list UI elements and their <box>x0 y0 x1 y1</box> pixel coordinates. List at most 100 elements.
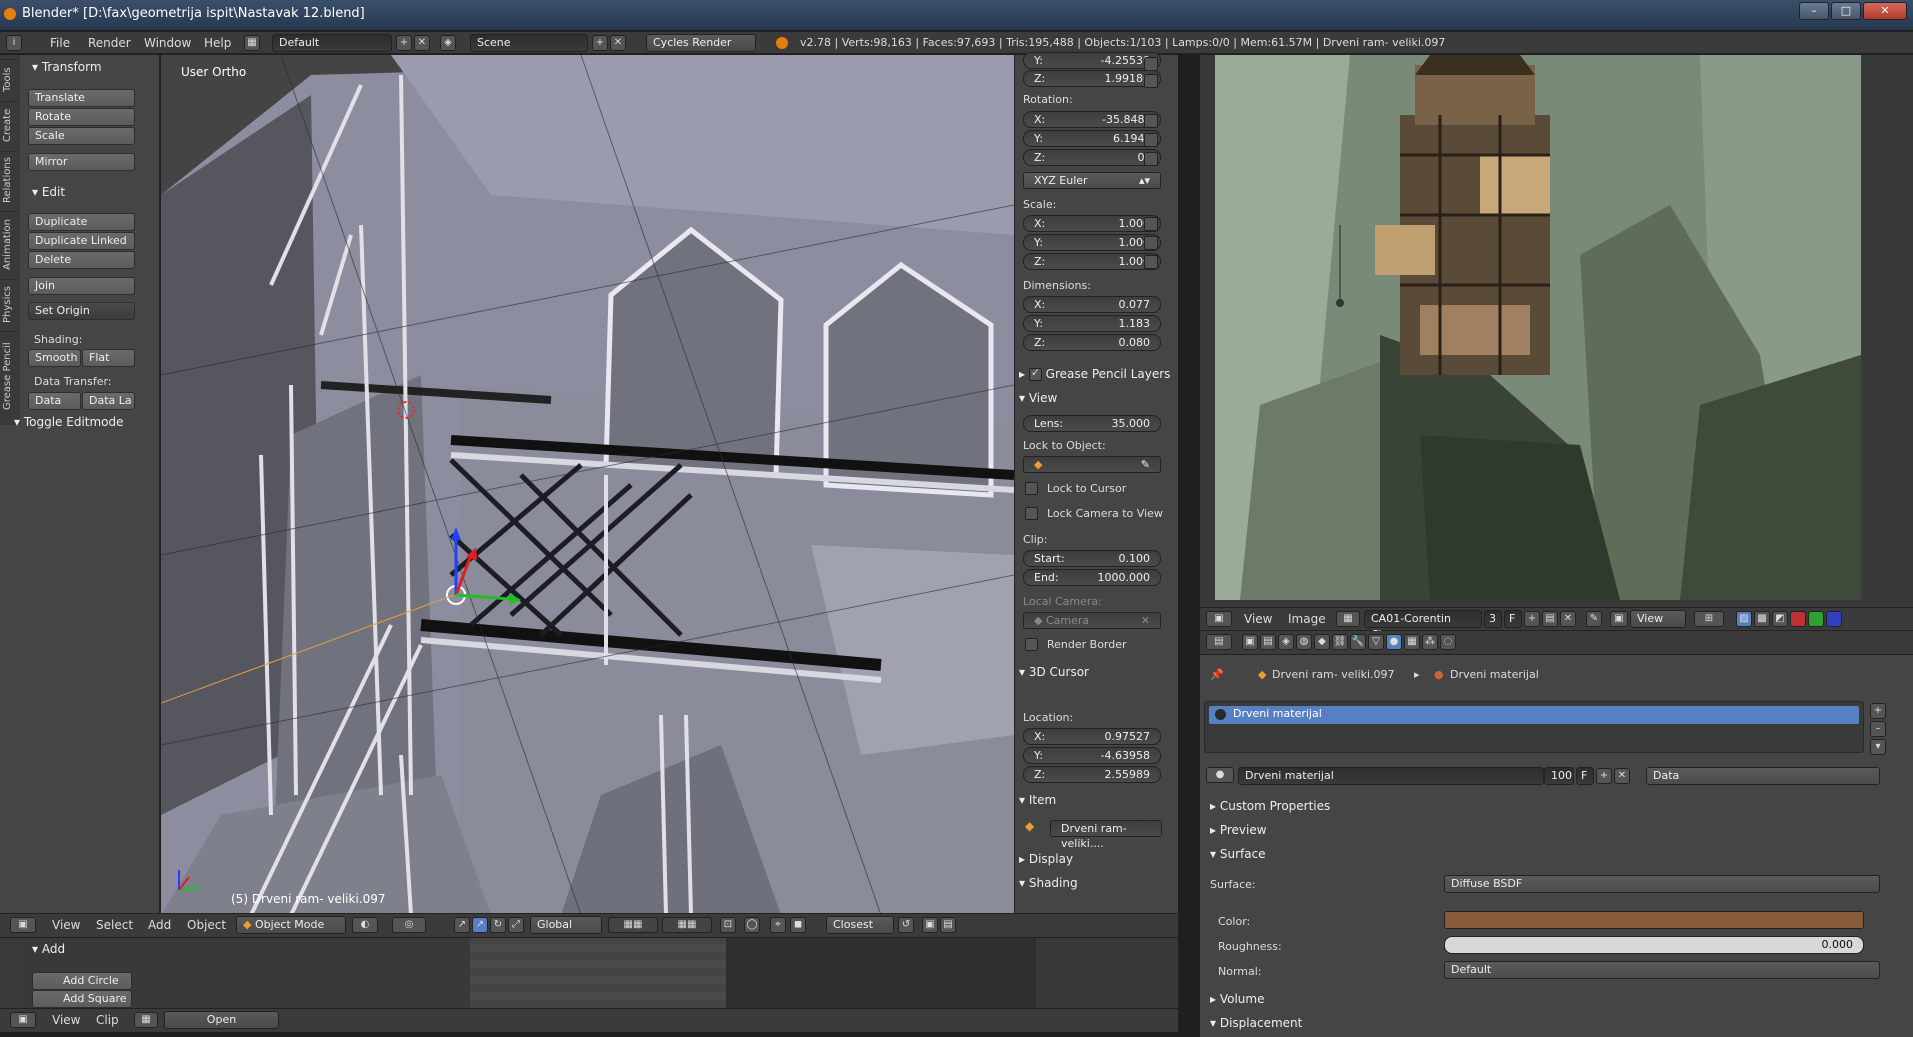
tab-tools[interactable]: Tools <box>2 59 18 99</box>
lock-loc-z-icon[interactable] <box>1144 74 1158 88</box>
manipulator-toggle-icon[interactable]: ↗ <box>454 917 470 933</box>
render-engine-dropdown[interactable]: Cycles Render <box>646 34 756 52</box>
blue-channel-icon[interactable] <box>1826 611 1842 627</box>
translate-button[interactable]: Translate <box>28 89 135 107</box>
color-swatch[interactable] <box>1444 911 1864 929</box>
custom-properties-panel[interactable]: ▸ Custom Properties <box>1210 799 1330 813</box>
item-panel-title[interactable]: ▾ Item <box>1019 793 1056 807</box>
menu-add[interactable]: Add <box>148 914 171 936</box>
3d-viewport[interactable]: User Ortho (5) Drveni ram- veliki.097 <box>161 55 1014 915</box>
clip-end-field[interactable]: End: 1000.000 <box>1023 569 1161 586</box>
image-name-field[interactable]: CA01-Corentin Che... <box>1364 610 1482 641</box>
breadcrumb-material[interactable]: Drveni materijal <box>1450 668 1539 681</box>
snap-target-dropdown[interactable]: Closest <box>826 916 894 934</box>
image-menu-view[interactable]: View <box>1244 608 1272 630</box>
shading-panel-title[interactable]: ▾ Shading <box>1019 876 1078 890</box>
clip-mode-icon[interactable]: ▦ <box>134 1012 158 1028</box>
editor-type-clip-icon[interactable]: ▣ <box>10 1012 36 1028</box>
roughness-slider[interactable]: 0.000 <box>1444 936 1864 954</box>
unlink-material-icon[interactable]: ✕ <box>1614 768 1630 784</box>
lock-scale-y-icon[interactable] <box>1144 236 1158 250</box>
display-alpha-icon[interactable]: ▩ <box>1754 611 1770 627</box>
menu-file[interactable]: File <box>50 32 70 54</box>
location-y-field[interactable]: Y: -4.25539 <box>1023 52 1161 69</box>
lock-rot-z-icon[interactable] <box>1144 152 1158 166</box>
dimension-y-field[interactable]: Y: 1.183 <box>1023 315 1161 332</box>
transform-panel-title[interactable]: ▾ Transform <box>32 60 102 74</box>
green-channel-icon[interactable] <box>1808 611 1824 627</box>
view-mode-icon[interactable]: ▣ <box>1610 611 1628 627</box>
cursor-x-field[interactable]: X: 0.97527 <box>1023 728 1161 745</box>
scale-button[interactable]: Scale <box>28 127 135 145</box>
data-layout-button[interactable]: Data La <box>82 392 135 410</box>
object-tab-icon[interactable]: ◆ <box>1314 634 1330 650</box>
pivot-point-icon[interactable]: ◎ <box>392 917 426 933</box>
tab-grease-pencil[interactable]: Grease Pencil <box>2 331 18 421</box>
add-panel-title[interactable]: ▾ Add <box>32 942 65 956</box>
screen-layout-field[interactable]: Default <box>272 34 392 52</box>
rotate-button[interactable]: Rotate <box>28 108 135 126</box>
material-slot-item[interactable]: Drveni materijal <box>1209 706 1859 724</box>
lock-rot-x-icon[interactable] <box>1144 114 1158 128</box>
data-transfer-button[interactable]: Data <box>28 392 81 410</box>
opengl-anim-icon[interactable]: ▤ <box>940 917 956 933</box>
open-image-icon[interactable]: ▤ <box>1542 611 1558 627</box>
menu-view[interactable]: View <box>52 914 80 936</box>
add-circle-button[interactable]: Add Circle <box>32 972 132 990</box>
surface-panel-title[interactable]: ▾ Surface <box>1210 847 1266 861</box>
proportional-edit-icon[interactable]: ◯ <box>744 917 760 933</box>
toggle-editmode-panel[interactable]: ▾ Toggle Editmode <box>14 415 124 429</box>
texture-tab-icon[interactable]: ▦ <box>1404 634 1420 650</box>
scene-tab-icon[interactable]: ◈ <box>1278 634 1294 650</box>
tab-relations[interactable]: Relations <box>2 151 18 209</box>
world-tab-icon[interactable]: ◍ <box>1296 634 1312 650</box>
menu-help[interactable]: Help <box>204 32 231 54</box>
material-slot-list[interactable]: Drveni materijal <box>1204 701 1864 753</box>
data-tab-icon[interactable]: ▽ <box>1368 634 1384 650</box>
pin-image-icon[interactable]: ✎ <box>1586 611 1602 627</box>
local-camera-field[interactable]: ◆ Camera ✕ <box>1023 612 1161 629</box>
editor-type-info-icon[interactable]: i <box>6 35 22 51</box>
layers-grid-2-icon[interactable]: ▦▦ <box>662 917 712 933</box>
unlink-image-icon[interactable]: ✕ <box>1560 611 1576 627</box>
mirror-button[interactable]: Mirror <box>28 153 135 171</box>
3d-cursor-panel-title[interactable]: ▾ 3D Cursor <box>1019 665 1089 679</box>
join-button[interactable]: Join <box>28 277 135 295</box>
render-tab-icon[interactable]: ▣ <box>1242 634 1258 650</box>
dimension-x-field[interactable]: X: 0.077 <box>1023 296 1161 313</box>
scene-field[interactable]: Scene <box>470 34 588 52</box>
open-clip-button[interactable]: Open <box>164 1011 279 1029</box>
location-z-field[interactable]: Z: 1.99180 <box>1023 70 1161 87</box>
normal-dropdown[interactable]: Default <box>1444 961 1880 979</box>
lock-scale-x-icon[interactable] <box>1144 217 1158 231</box>
menu-render[interactable]: Render <box>88 32 131 54</box>
smooth-button[interactable]: Smooth <box>28 349 81 367</box>
cursor-y-field[interactable]: Y: -4.63958 <box>1023 747 1161 764</box>
layers-grid-icon[interactable]: ▦▦ <box>608 917 658 933</box>
delete-scene-icon[interactable]: ✕ <box>610 35 626 51</box>
lens-field[interactable]: Lens: 35.000 <box>1023 415 1161 432</box>
tab-create[interactable]: Create <box>2 101 18 149</box>
clip-menu-view[interactable]: View <box>52 1009 80 1031</box>
delete-button[interactable]: Delete <box>28 251 135 269</box>
align-rotation-icon[interactable]: ↺ <box>898 917 914 933</box>
scale-manipulator-icon[interactable]: ⤢ <box>508 917 524 933</box>
render-border-checkbox[interactable] <box>1025 638 1038 651</box>
particles-tab-icon[interactable]: ⁂ <box>1422 634 1438 650</box>
remove-slot-icon[interactable]: – <box>1870 721 1886 737</box>
lock-to-object-field[interactable]: ◆ ✎ <box>1023 456 1161 473</box>
set-origin-dropdown[interactable]: Set Origin <box>28 302 135 320</box>
render-layers-tab-icon[interactable]: ▤ <box>1260 634 1276 650</box>
modifiers-tab-icon[interactable]: 🔧 <box>1350 634 1366 650</box>
editor-type-3d-icon[interactable]: ▣ <box>10 917 36 933</box>
material-fake-user-button[interactable]: F <box>1576 767 1594 785</box>
menu-select[interactable]: Select <box>96 914 133 936</box>
material-users-count[interactable]: 100 <box>1544 767 1574 785</box>
add-square-button[interactable]: Add Square <box>32 990 132 1008</box>
lock-camera-layers-icon[interactable]: ⊡ <box>720 917 736 933</box>
lock-scale-z-icon[interactable] <box>1144 255 1158 269</box>
tab-physics[interactable]: Physics <box>2 279 18 329</box>
image-users-count[interactable]: 3 <box>1484 610 1502 628</box>
material-name-field[interactable]: Drveni materijal <box>1238 767 1544 785</box>
mode-dropdown[interactable]: ◆ Object Mode <box>236 916 346 934</box>
